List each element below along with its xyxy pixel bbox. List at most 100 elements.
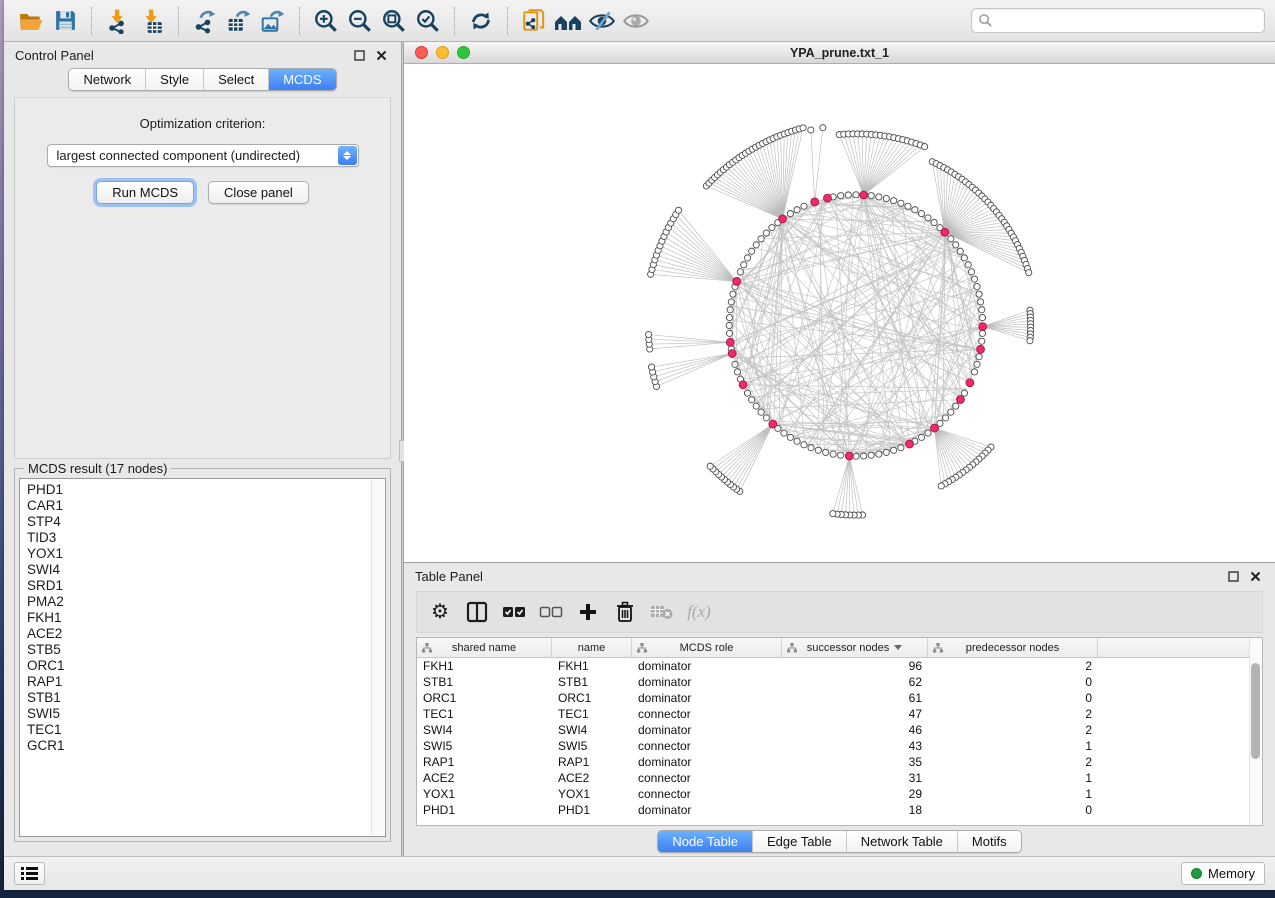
zoom-in-icon[interactable] <box>309 5 343 37</box>
selected-network-node[interactable] <box>811 198 819 206</box>
tab-motifs[interactable]: Motifs <box>957 831 1021 852</box>
tab-network-table[interactable]: Network Table <box>846 831 957 852</box>
network-node[interactable] <box>876 451 882 457</box>
selected-network-node[interactable] <box>733 278 741 286</box>
tab-network[interactable]: Network <box>69 69 145 90</box>
table-scrollbar-thumb[interactable] <box>1251 663 1260 759</box>
network-node[interactable] <box>648 364 654 370</box>
zoom-selected-icon[interactable] <box>411 5 445 37</box>
network-node[interactable] <box>898 200 904 206</box>
network-node[interactable] <box>769 225 775 231</box>
network-node[interactable] <box>645 331 651 337</box>
column-header-shared-name[interactable]: shared name <box>417 638 552 657</box>
network-node[interactable] <box>808 127 814 133</box>
network-node[interactable] <box>976 354 982 360</box>
mcds-result-item[interactable]: ORC1 <box>27 658 378 674</box>
table-settings-icon[interactable]: ⚙ <box>425 597 455 627</box>
selected-network-node[interactable] <box>769 420 777 428</box>
network-node[interactable] <box>726 322 732 328</box>
mcds-result-item[interactable]: STB5 <box>27 642 378 658</box>
network-frame-titlebar[interactable]: YPA_prune.txt_1 <box>404 42 1275 64</box>
network-node[interactable] <box>931 219 937 225</box>
close-window-icon[interactable] <box>415 46 428 59</box>
network-node[interactable] <box>753 242 759 248</box>
network-node[interactable] <box>808 445 814 451</box>
network-node[interactable] <box>732 361 738 367</box>
export-network-icon[interactable] <box>188 5 222 37</box>
network-node[interactable] <box>853 453 859 459</box>
network-node[interactable] <box>953 242 959 248</box>
network-node[interactable] <box>728 299 734 305</box>
close-panel-icon[interactable] <box>372 47 390 63</box>
deselect-all-icon[interactable] <box>536 597 566 627</box>
float-panel-icon[interactable] <box>350 47 368 63</box>
network-node[interactable] <box>707 463 713 469</box>
network-node[interactable] <box>838 452 844 458</box>
network-node[interactable] <box>830 451 836 457</box>
network-node[interactable] <box>1027 338 1033 344</box>
zoom-out-icon[interactable] <box>343 5 377 37</box>
table-row[interactable]: STB1STB1dominator620 <box>417 674 1262 690</box>
selected-network-node[interactable] <box>957 396 965 404</box>
network-node[interactable] <box>801 203 807 209</box>
network-node[interactable] <box>823 449 829 455</box>
network-node[interactable] <box>891 198 897 204</box>
table-row[interactable]: TEC1TEC1connector472 <box>417 706 1262 722</box>
tab-node-table[interactable]: Node Table <box>658 831 752 852</box>
network-node[interactable] <box>891 447 897 453</box>
network-node[interactable] <box>925 215 931 221</box>
show-columns-icon[interactable] <box>462 597 492 627</box>
tab-edge-table[interactable]: Edge Table <box>752 831 846 852</box>
table-scrollbar-track[interactable] <box>1249 638 1262 825</box>
selected-network-node[interactable] <box>726 338 734 346</box>
network-node[interactable] <box>758 409 764 415</box>
table-row[interactable]: FKH1FKH1dominator962 <box>417 658 1262 674</box>
network-node[interactable] <box>979 307 985 313</box>
table-row[interactable]: ACE2ACE2connector311 <box>417 770 1262 786</box>
network-node[interactable] <box>861 453 867 459</box>
mcds-result-item[interactable]: PHD1 <box>27 482 378 498</box>
selected-network-node[interactable] <box>906 440 914 448</box>
export-table-icon[interactable] <box>222 5 256 37</box>
tab-select[interactable]: Select <box>203 69 268 90</box>
column-header-successor-nodes[interactable]: successor nodes <box>782 638 928 657</box>
network-node[interactable] <box>727 307 733 313</box>
network-canvas[interactable] <box>404 64 1275 562</box>
network-node[interactable] <box>675 207 681 213</box>
network-node[interactable] <box>938 483 944 489</box>
apply-layout-icon[interactable] <box>464 5 498 37</box>
network-node[interactable] <box>853 192 859 198</box>
import-table-icon[interactable] <box>135 5 169 37</box>
tab-mcds[interactable]: MCDS <box>268 69 335 90</box>
selected-network-node[interactable] <box>739 381 747 389</box>
network-node[interactable] <box>820 125 826 131</box>
mcds-result-item[interactable]: STB1 <box>27 690 378 706</box>
mcds-result-list[interactable]: PHD1CAR1STP4TID3YOX1SWI4SRD1PMA2FKH1ACE2… <box>19 478 386 837</box>
table-row[interactable]: SWI4SWI4dominator462 <box>417 722 1262 738</box>
network-node[interactable] <box>953 403 959 409</box>
zoom-fit-icon[interactable] <box>377 5 411 37</box>
network-node[interactable] <box>787 434 793 440</box>
network-node[interactable] <box>794 438 800 444</box>
selected-network-node[interactable] <box>824 194 832 202</box>
network-node[interactable] <box>801 442 807 448</box>
table-row[interactable]: ORC1ORC1dominator610 <box>417 690 1262 706</box>
network-node[interactable] <box>726 330 732 336</box>
mcds-result-item[interactable]: SRD1 <box>27 578 378 594</box>
import-network-icon[interactable] <box>101 5 135 37</box>
network-node[interactable] <box>845 192 851 198</box>
close-table-panel-icon[interactable] <box>1246 568 1264 584</box>
hide-selected-icon[interactable] <box>585 5 619 37</box>
mcds-result-item[interactable]: ACE2 <box>27 626 378 642</box>
column-header-predecessor-nodes[interactable]: predecessor nodes <box>928 638 1098 657</box>
network-node[interactable] <box>876 194 882 200</box>
close-panel-button[interactable]: Close panel <box>208 181 309 204</box>
network-node[interactable] <box>974 283 980 289</box>
network-node[interactable] <box>976 291 982 297</box>
network-node[interactable] <box>922 143 928 149</box>
network-node[interactable] <box>883 195 889 201</box>
selected-network-node[interactable] <box>728 350 736 358</box>
network-node[interactable] <box>925 430 931 436</box>
new-network-from-selection-icon[interactable] <box>517 5 551 37</box>
tab-style[interactable]: Style <box>145 69 203 90</box>
